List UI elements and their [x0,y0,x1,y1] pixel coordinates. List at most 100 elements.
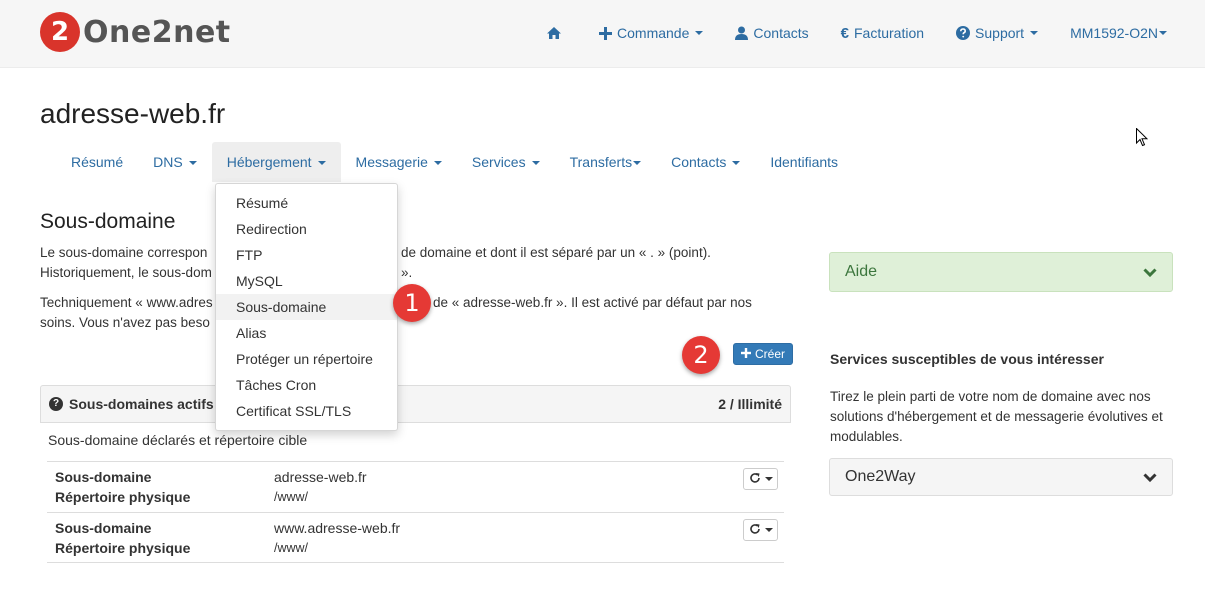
caret-down-icon [633,161,642,166]
tab-identifiants-label: Identifiants [770,154,839,170]
directory-value: /www/ [274,541,309,555]
panel-title-text: Sous-domaines actifs [69,396,214,412]
home-icon [546,26,562,40]
brand-name: One2net [83,14,231,50]
create-button-label: Créer [755,347,786,361]
one2way-label: One2Way [845,468,916,485]
intro-line2-start: Historiquement, le sous-dom [40,265,212,280]
subdomain-label: Sous-domaine [55,469,152,485]
caret-down-icon [695,31,704,35]
nav-facturation-label: Facturation [853,25,925,41]
directory-value: /www/ [274,490,309,504]
tab-hebergement[interactable]: Hébergement [211,142,341,182]
question-circle-icon [956,26,971,40]
plus-icon [741,344,751,364]
nav-contacts[interactable]: Contacts [735,25,809,41]
tab-services-label: Services [471,154,526,170]
domain-subnav: Résumé DNS Hébergement Messagerie Servic… [56,142,853,182]
euro-icon: € [840,24,849,42]
plus-icon [599,26,613,40]
chevron-down-icon [1143,470,1157,486]
caret-down-icon [433,161,442,166]
tab-transferts-label: Transferts [569,154,633,170]
menu-item-redirection[interactable]: Redirection [216,216,397,242]
nav-account[interactable]: MM1592-O2N [1070,25,1167,41]
caret-down-icon [764,477,773,481]
menu-item-mysql[interactable]: MySQL [216,268,397,294]
top-nav: Commande Contacts € Facturation Support … [546,0,1167,66]
row-actions-button[interactable] [743,519,778,541]
panel-title: ? Sous-domaines actifs [49,396,214,412]
tab-messagerie-label: Messagerie [355,154,428,170]
create-subdomain-button[interactable]: Créer [733,343,794,365]
tab-dns-label: DNS [153,154,183,170]
table-row: Sous-domaine Répertoire physique www.adr… [47,512,784,563]
nav-commande-label: Commande [617,25,690,41]
help-panel[interactable]: Aide [829,252,1173,292]
tab-contacts-label: Contacts [671,154,727,170]
logo-mark: 2 [40,12,80,52]
tab-identifiants[interactable]: Identifiants [755,142,853,182]
caret-down-icon [531,161,540,166]
nav-facturation[interactable]: € Facturation [841,25,924,42]
caret-down-icon [1159,31,1167,35]
menu-item-ftp[interactable]: FTP [216,242,397,268]
section-title: Sous-domaine [40,210,176,233]
help-label: Aide [845,263,878,280]
refresh-icon [749,472,761,487]
tab-hebergement-label: Hébergement [226,154,312,170]
subdomain-value: www.adresse-web.fr [274,520,401,536]
caret-down-icon [188,161,197,166]
nav-account-label: MM1592-O2N [1070,25,1158,41]
nav-support-label: Support [975,25,1025,41]
intro-paragraph: Le sous-domaine correspon m de domaine e… [40,243,795,283]
menu-item-proteger-repertoire[interactable]: Protéger un répertoire [216,346,397,372]
intro-line2-end: ». [401,265,413,280]
tab-contacts[interactable]: Contacts [656,142,755,182]
row-actions-button[interactable] [743,468,778,490]
refresh-icon [749,523,761,538]
subdomain-count: 2 / Illimité [718,396,782,412]
menu-item-alias[interactable]: Alias [216,320,397,346]
step-badge-1: 1 [393,284,431,322]
mouse-cursor-icon [1136,127,1149,150]
menu-item-taches-cron[interactable]: Tâches Cron [216,372,397,398]
table-row: Sous-domaine Répertoire physique adresse… [47,461,784,511]
page-title: adresse-web.fr [40,98,226,129]
tab-services[interactable]: Services [457,142,555,182]
user-icon [735,26,749,40]
caret-down-icon [317,161,326,166]
one2way-panel[interactable]: One2Way [829,458,1173,496]
tech-line1-start: Techniquement « www.adres [40,295,213,310]
menu-item-certificat-ssl[interactable]: Certificat SSL/TLS [216,398,397,424]
panel-description: Sous-domaine déclarés et répertoire cibl… [48,432,308,448]
services-title: Services susceptibles de vous intéresser [830,351,1104,367]
tab-resume[interactable]: Résumé [56,142,138,182]
top-navbar: 2 One2net Commande Contacts € Facturatio… [0,0,1205,68]
subdomain-value: adresse-web.fr [274,469,367,485]
step-badge-2: 2 [682,336,720,374]
hebergement-dropdown-menu: Résumé Redirection FTP MySQL Sous-domain… [215,183,398,431]
tab-resume-label: Résumé [71,154,124,170]
brand-logo[interactable]: 2 One2net [40,12,231,52]
tab-messagerie[interactable]: Messagerie [341,142,457,182]
chevron-down-icon [1143,265,1157,281]
nav-commande[interactable]: Commande [599,25,704,41]
caret-down-icon [764,528,773,532]
nav-support[interactable]: Support [956,25,1039,41]
tab-dns[interactable]: DNS [138,142,212,182]
directory-label: Répertoire physique [55,540,191,556]
question-circle-icon[interactable]: ? [49,397,63,411]
tech-line1-end: de « adresse-web.fr ». Il est activé par… [433,295,752,310]
tab-transferts[interactable]: Transferts [555,142,657,182]
subdomains-panel-header: ? Sous-domaines actifs 2 / Illimité [40,385,791,423]
intro-line1-start: Le sous-domaine correspon [40,245,208,260]
caret-down-icon [1030,31,1039,35]
nav-contacts-label: Contacts [753,25,809,41]
intro-line1-end: m de domaine et dont il est séparé par u… [386,245,711,260]
tech-line2-start: soins. Vous n'avez pas beso [40,315,210,330]
menu-item-sous-domaine[interactable]: Sous-domaine [216,294,397,320]
services-text: Tirez le plein parti de votre nom de dom… [830,389,1163,444]
nav-home[interactable] [546,26,567,40]
menu-item-resume[interactable]: Résumé [216,190,397,216]
